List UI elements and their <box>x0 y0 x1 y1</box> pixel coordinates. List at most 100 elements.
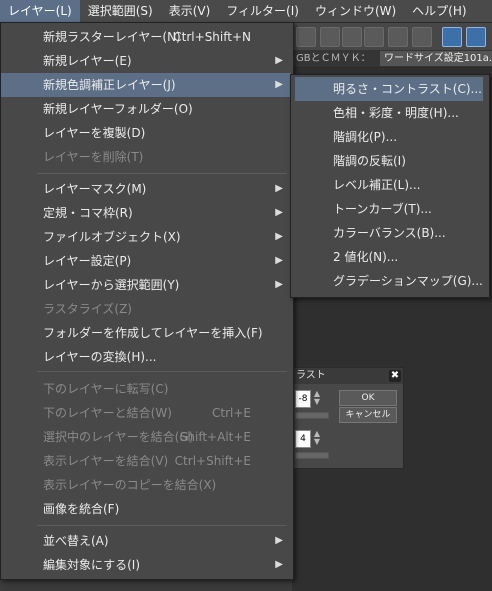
layer-menu-item-label: 新規ラスターレイヤー(N) <box>43 30 181 44</box>
menu-selection[interactable]: 選択範囲(S) <box>80 0 161 22</box>
layer-menu-item-label: 下のレイヤーに転写(C) <box>43 382 169 396</box>
spin-arrows-icon[interactable]: ▲ ▼ <box>313 390 321 406</box>
adjustment-submenu-item-label: 2 値化(N)... <box>333 250 399 264</box>
chevron-right-icon: ▶ <box>275 535 283 546</box>
layer-menu-item[interactable]: レイヤーの変換(H)... <box>1 345 291 369</box>
fill-icon[interactable] <box>342 27 362 47</box>
adjustment-submenu-item-label: レベル補正(L)... <box>333 178 421 192</box>
folder-icon[interactable] <box>412 27 432 47</box>
layer-menu-item-label: 新規色調補正レイヤー(J) <box>43 78 176 92</box>
layer-menu-item-label: 定規・コマ枠(R) <box>43 206 133 220</box>
adjustment-submenu-item[interactable]: 階調の反転(I) <box>295 149 483 173</box>
layer-menu-item-label: レイヤーを削除(T) <box>43 150 144 164</box>
layer-menu-item[interactable]: 編集対象にする(I) ▶ <box>1 553 291 577</box>
contrast-slider[interactable] <box>295 452 329 459</box>
adjustment-layer-submenu: 明るさ・コントラスト(C)... 色相・彩度・明度(H)... 階調化(P)... 階… <box>290 74 490 298</box>
layer-menu-item-label: 編集対象にする(I) <box>43 558 141 572</box>
layer-menu-item-label: レイヤー設定(P) <box>43 254 132 268</box>
layer-menu-item[interactable]: 定規・コマ枠(R) ▶ <box>1 201 291 225</box>
layer-menu-item[interactable]: レイヤー設定(P) ▶ <box>1 249 291 273</box>
adjustment-submenu-item-label: カラーバランス(B)... <box>333 226 446 240</box>
layer-menu-item[interactable]: 並べ替え(A) ▶ <box>1 529 291 553</box>
layer-menu-item-label: ファイルオブジェクト(X) <box>43 230 181 244</box>
layer-menu-item-label: レイヤーから選択範囲(Y) <box>43 278 180 292</box>
transform-icon[interactable] <box>296 27 316 47</box>
chevron-right-icon: ▶ <box>275 279 283 290</box>
layer-menu-item-shortcut: Ctrl+E <box>212 406 251 420</box>
menu-filter[interactable]: フィルター(I) <box>218 0 307 22</box>
brightness-slider[interactable] <box>295 412 329 419</box>
layer-menu-item[interactable]: レイヤーを複製(D) <box>1 121 291 145</box>
layer-menu: 新規ラスターレイヤー(N) Ctrl+Shift+N 新規レイヤー(E) ▶ 新規色調補… <box>0 22 294 580</box>
spin-arrows-icon-2[interactable]: ▲ ▼ <box>313 430 321 446</box>
layer-menu-item[interactable]: フォルダーを作成してレイヤーを挿入(F) <box>1 321 291 345</box>
layer-menu-item[interactable]: ファイルオブジェクト(X) ▶ <box>1 225 291 249</box>
layer-menu-item[interactable]: レイヤーマスク(M) ▶ <box>1 177 291 201</box>
menu-layer[interactable]: レイヤー(L) <box>0 0 80 22</box>
layer-menu-item[interactable]: 新規色調補正レイヤー(J) ▶ <box>1 73 291 97</box>
chevron-right-icon: ▶ <box>275 255 283 266</box>
layer-menu-item-label: 選択中のレイヤーを結合(G) <box>43 430 194 444</box>
layer-menu-item: 下のレイヤーと結合(W) Ctrl+E <box>1 401 291 425</box>
tab-doc-2[interactable]: ワードサイズ設定101a.png <box>380 51 492 66</box>
select-icon[interactable] <box>364 27 384 47</box>
dialog-title-text: ラスト <box>296 370 326 381</box>
layer-menu-item-label: 表示レイヤーのコピーを結合(X) <box>43 478 217 492</box>
adjustment-submenu-item-label: グラデーションマップ(G)... <box>333 274 483 288</box>
clear-icon[interactable] <box>320 27 340 47</box>
layer-menu-item: 表示レイヤーのコピーを結合(X) <box>1 473 291 497</box>
menu-separator <box>37 173 287 174</box>
layer-menu-item-label: 並べ替え(A) <box>43 534 109 548</box>
layer-menu-item[interactable]: 新規レイヤーフォルダー(O) <box>1 97 291 121</box>
menu-view[interactable]: 表示(V) <box>161 0 219 22</box>
dialog-title: ラスト ✖ <box>293 368 403 384</box>
adjustment-submenu-item[interactable]: 明るさ・コントラスト(C)... <box>295 77 483 101</box>
snap-icon[interactable] <box>466 27 486 47</box>
chevron-right-icon: ▶ <box>275 55 283 66</box>
layer-menu-item[interactable]: 新規ラスターレイヤー(N) Ctrl+Shift+N <box>1 25 291 49</box>
layer-menu-item: ラスタライズ(Z) <box>1 297 291 321</box>
adjustment-submenu-item-label: トーンカーブ(T)... <box>333 202 432 216</box>
chevron-right-icon: ▶ <box>275 207 283 218</box>
adjustment-submenu-item[interactable]: 色相・彩度・明度(H)... <box>295 101 483 125</box>
toolbar <box>292 22 492 51</box>
layer-menu-item-label: レイヤーを複製(D) <box>43 126 146 140</box>
ok-button[interactable]: OK <box>339 390 397 406</box>
menu-help[interactable]: ヘルプ(H) <box>404 0 474 22</box>
layer-menu-item[interactable]: 画像を統合(F) <box>1 497 291 521</box>
folder-open-icon[interactable] <box>388 27 408 47</box>
adjustment-submenu-item[interactable]: 2 値化(N)... <box>295 245 483 269</box>
layer-menu-item-label: 画像を統合(F) <box>43 502 120 516</box>
layer-menu-item[interactable]: 新規レイヤー(E) ▶ <box>1 49 291 73</box>
menu-separator <box>37 371 287 372</box>
brightness-value[interactable]: -8 <box>295 390 311 408</box>
layer-menu-item: 表示レイヤーを結合(V) Ctrl+Shift+E <box>1 449 291 473</box>
tab-doc-1[interactable]: GBとＣＭＹＫ： <box>292 51 375 66</box>
chevron-right-icon: ▶ <box>275 79 283 90</box>
layer-menu-item: 選択中のレイヤーを結合(G) Shift+Alt+E <box>1 425 291 449</box>
layer-menu-item-shortcut: Shift+Alt+E <box>179 430 251 444</box>
adjustment-submenu-item-label: 階調化(P)... <box>333 130 398 144</box>
adjustment-submenu-item[interactable]: トーンカーブ(T)... <box>295 197 483 221</box>
layer-menu-item-label: 下のレイヤーと結合(W) <box>43 406 172 420</box>
contrast-value[interactable]: 4 <box>295 430 311 448</box>
layer-menu-item-shortcut: Ctrl+Shift+E <box>174 454 251 468</box>
adjustment-submenu-item[interactable]: グラデーションマップ(G)... <box>295 269 483 293</box>
adjustment-submenu-item[interactable]: レベル補正(L)... <box>295 173 483 197</box>
brightness-contrast-dialog: ラスト ✖ -8 ▲ ▼ 4 ▲ ▼ OK キャンセル <box>292 367 404 469</box>
adjustment-submenu-item-label: 色相・彩度・明度(H)... <box>333 106 459 120</box>
adjustment-submenu-item-label: 階調の反転(I) <box>333 154 406 168</box>
cancel-button[interactable]: キャンセル <box>339 407 397 423</box>
adjustment-submenu-item[interactable]: 階調化(P)... <box>295 125 483 149</box>
layer-menu-item-label: 新規レイヤーフォルダー(O) <box>43 102 193 116</box>
layer-menu-item-label: 新規レイヤー(E) <box>43 54 132 68</box>
ruler-icon[interactable] <box>442 27 462 47</box>
close-icon[interactable]: ✖ <box>389 370 401 382</box>
menu-window[interactable]: ウィンドウ(W) <box>307 0 404 22</box>
layer-menu-item-label: レイヤーマスク(M) <box>43 182 147 196</box>
chevron-right-icon: ▶ <box>275 183 283 194</box>
layer-menu-item[interactable]: レイヤーから選択範囲(Y) ▶ <box>1 273 291 297</box>
adjustment-submenu-item[interactable]: カラーバランス(B)... <box>295 221 483 245</box>
chevron-right-icon: ▶ <box>275 559 283 570</box>
menu-bar: レイヤー(L) 選択範囲(S) 表示(V) フィルター(I) ウィンドウ(W) … <box>0 0 492 23</box>
